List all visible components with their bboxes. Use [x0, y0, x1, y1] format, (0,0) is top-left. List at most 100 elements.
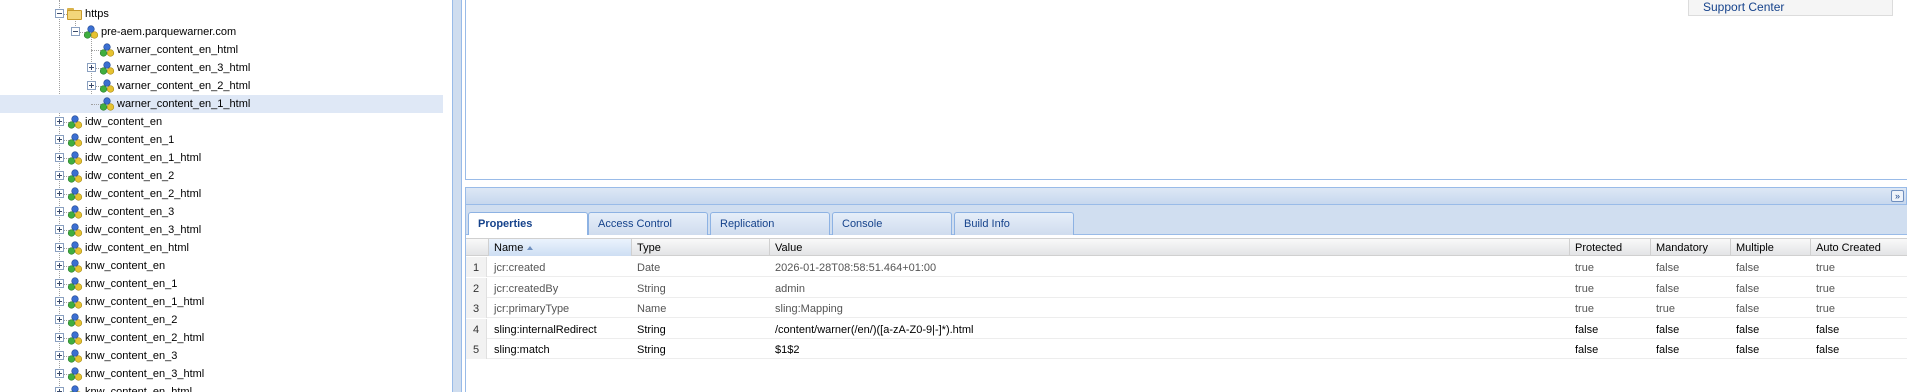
- cell-value: sling:Mapping: [775, 303, 843, 315]
- tree-node-label: knw_content_en_2_html: [85, 332, 205, 344]
- cell-name: jcr:createdBy: [494, 282, 559, 295]
- expand-icon[interactable]: [55, 207, 64, 216]
- tree-node[interactable]: idw_content_en_1_html: [0, 149, 443, 167]
- cell-protected: true: [1575, 303, 1594, 315]
- tree-node[interactable]: knw_content_en_2: [0, 311, 443, 329]
- tree-node[interactable]: knw_content_en_2_html: [0, 329, 443, 347]
- cell-mandatory: true: [1656, 303, 1675, 315]
- expand-icon[interactable]: [55, 351, 64, 360]
- cell-auto-created: false: [1816, 344, 1840, 356]
- expand-icon[interactable]: [87, 81, 96, 90]
- expand-icon[interactable]: [55, 153, 64, 162]
- column-header-type[interactable]: Type: [631, 239, 769, 256]
- column-header-multiple[interactable]: Multiple: [1730, 239, 1810, 256]
- mapping-node-icon: [67, 348, 83, 364]
- cell-auto-created: false: [1816, 323, 1840, 336]
- cell-multiple: false: [1736, 323, 1760, 336]
- mapping-node-icon: [99, 42, 115, 58]
- expand-icon[interactable]: [55, 333, 64, 342]
- tree-node[interactable]: knw_content_en_3_html: [0, 365, 443, 383]
- tree-node[interactable]: warner_content_en_1_html: [0, 95, 443, 113]
- tree-node[interactable]: knw_content_en: [0, 257, 443, 275]
- cell-type: String: [637, 344, 666, 356]
- tab-console[interactable]: Console: [832, 212, 952, 235]
- expand-icon[interactable]: [55, 171, 64, 180]
- mapping-node-icon: [67, 366, 83, 382]
- expand-icon[interactable]: [55, 279, 64, 288]
- mapping-node-icon: [67, 312, 83, 328]
- collapse-icon[interactable]: »: [1891, 190, 1904, 202]
- cell-name: jcr:created: [494, 262, 546, 274]
- column-header-name[interactable]: Name: [488, 239, 631, 256]
- cell-protected: true: [1575, 282, 1594, 295]
- expand-icon[interactable]: [55, 315, 64, 324]
- expand-icon[interactable]: [55, 189, 64, 198]
- tree-node[interactable]: pre-aem.parquewarner.com: [0, 23, 443, 41]
- tree-node[interactable]: knw_content_en_html: [0, 383, 443, 392]
- expand-icon[interactable]: [55, 135, 64, 144]
- tree-node-label: https: [85, 8, 109, 20]
- mapping-node-icon: [67, 222, 83, 238]
- expand-icon[interactable]: [55, 225, 64, 234]
- mapping-node-icon: [67, 384, 83, 392]
- tree-node[interactable]: idw_content_en: [0, 113, 443, 131]
- row-number: 1: [466, 257, 487, 277]
- tree-node[interactable]: warner_content_en_3_html: [0, 59, 443, 77]
- expand-icon[interactable]: [55, 297, 64, 306]
- mapping-node-icon: [99, 96, 115, 112]
- cell-auto-created: true: [1816, 303, 1835, 315]
- tab-access-control[interactable]: Access Control: [588, 212, 708, 235]
- expand-icon[interactable]: [55, 387, 64, 392]
- support-center-link[interactable]: Support Center: [1703, 0, 1784, 14]
- tree-node[interactable]: idw_content_en_2: [0, 167, 443, 185]
- tree-node-label: knw_content_en_3: [85, 350, 178, 362]
- mapping-node-icon: [67, 294, 83, 310]
- mapping-node-icon: [67, 330, 83, 346]
- column-header-label: Value: [775, 242, 803, 254]
- table-row[interactable]: 5 sling:match String $1$2 false false false fal…: [466, 339, 1907, 359]
- tree-node[interactable]: idw_content_en_1: [0, 131, 443, 149]
- table-row[interactable]: 2 jcr:createdBy String admin true false false t…: [466, 277, 1907, 298]
- cell-multiple: false: [1736, 344, 1760, 356]
- tree-node[interactable]: knw_content_en_3: [0, 347, 443, 365]
- column-header-value[interactable]: Value: [769, 239, 1569, 256]
- repository-tree[interactable]: https pre-aem.parquewarner.com warner_cont…: [0, 0, 443, 392]
- collapse-node-icon[interactable]: [55, 9, 64, 18]
- tree-node[interactable]: https: [0, 5, 443, 23]
- table-row[interactable]: 3 jcr:primaryType Name sling:Mapping true tru…: [466, 298, 1907, 318]
- cell-name: jcr:primaryType: [494, 303, 570, 315]
- tree-node[interactable]: knw_content_en_1: [0, 275, 443, 293]
- tree-node[interactable]: idw_content_en_html: [0, 239, 443, 257]
- tree-node[interactable]: idw_content_en_2_html: [0, 185, 443, 203]
- panel-splitter[interactable]: [452, 0, 462, 392]
- expand-icon[interactable]: [55, 117, 64, 126]
- tree-node[interactable]: warner_content_en_2_html: [0, 77, 443, 95]
- column-header-auto-created[interactable]: Auto Created: [1810, 239, 1907, 256]
- cell-protected: false: [1575, 323, 1599, 336]
- expand-icon[interactable]: [55, 243, 64, 252]
- collapse-node-icon[interactable]: [71, 27, 80, 36]
- expand-icon[interactable]: [55, 261, 64, 270]
- expand-icon[interactable]: [55, 369, 64, 378]
- tree-node[interactable]: knw_content_en_1_html: [0, 293, 443, 311]
- cell-name: sling:match: [494, 344, 550, 356]
- tab-properties[interactable]: Properties: [468, 212, 588, 236]
- table-row[interactable]: 1 jcr:created Date 2026-01-28T08:58:51.464+…: [466, 257, 1907, 277]
- cell-value: /content/warner(/en/)([a-zA-Z0-9|-]*).ht…: [775, 323, 974, 336]
- tree-node[interactable]: warner_content_en_html: [0, 41, 443, 59]
- column-header-protected[interactable]: Protected: [1569, 239, 1650, 256]
- tab-build-info[interactable]: Build Info: [954, 212, 1074, 235]
- cell-type: String: [637, 282, 666, 295]
- tree-node-label: pre-aem.parquewarner.com: [101, 26, 237, 38]
- tree-node-label: knw_content_en: [85, 260, 166, 272]
- table-row[interactable]: 4 sling:internalRedirect String/content/wa…: [466, 318, 1907, 339]
- tab-replication[interactable]: Replication: [710, 212, 830, 235]
- mapping-node-icon: [67, 186, 83, 202]
- cell-auto-created: true: [1816, 262, 1835, 274]
- tree-node[interactable]: idw_content_en_3_html: [0, 221, 443, 239]
- cell-mandatory: false: [1656, 344, 1680, 356]
- tree-node[interactable]: idw_content_en_3: [0, 203, 443, 221]
- expand-icon[interactable]: [87, 63, 96, 72]
- mapping-node-icon: [67, 258, 83, 274]
- column-header-mandatory[interactable]: Mandatory: [1650, 239, 1730, 256]
